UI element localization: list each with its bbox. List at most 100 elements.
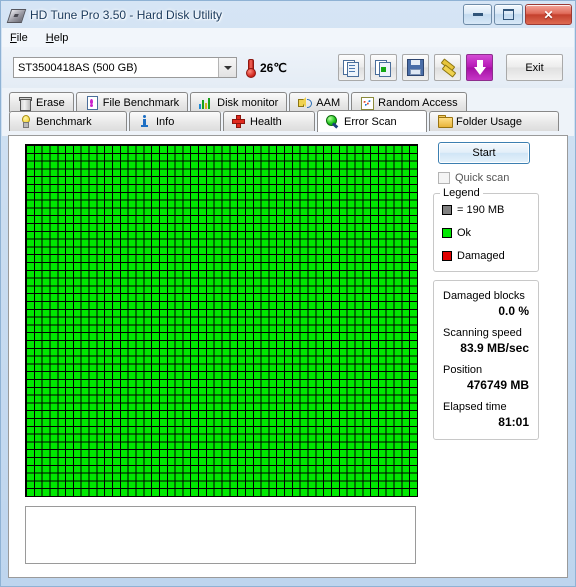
- legend-item-damaged: Damaged: [442, 250, 530, 262]
- minimize-icon: [472, 13, 483, 16]
- drive-select-value: ST3500418AS (500 GB): [18, 61, 138, 74]
- floppy-disk-icon: [407, 59, 424, 76]
- menu-item-file[interactable]: FFileile: [10, 32, 28, 44]
- tab-random-access[interactable]: Random Access: [351, 92, 467, 112]
- close-icon: ✕: [543, 7, 554, 22]
- legend-title: Legend: [440, 187, 483, 199]
- tab-benchmark[interactable]: Benchmark: [9, 111, 127, 131]
- tab-disk-monitor-label: Disk monitor: [217, 96, 279, 109]
- stat-position: Position 476749 MB: [443, 364, 529, 392]
- legend-label-ok: Ok: [457, 227, 472, 239]
- tab-aam[interactable]: AAM: [289, 92, 350, 112]
- copy-image-button[interactable]: [370, 54, 397, 81]
- legend-swatch-red: [442, 251, 452, 261]
- tab-folder-usage[interactable]: Folder Usage: [429, 111, 559, 131]
- scan-block-map[interactable]: [25, 144, 418, 497]
- stat-elapsed-time-label: Elapsed time: [443, 401, 507, 413]
- copy-text-button[interactable]: [338, 54, 365, 81]
- tab-file-benchmark[interactable]: File Benchmark: [75, 92, 189, 112]
- stat-damaged-blocks-label: Damaged blocks: [443, 290, 525, 302]
- temperature-value: 26℃: [260, 60, 287, 75]
- trash-icon: [18, 96, 32, 111]
- start-button[interactable]: Start: [438, 142, 530, 164]
- titlebar: HD Tune Pro 3.50 - Hard Disk Utility ✕: [1, 1, 575, 28]
- quick-scan-row[interactable]: Quick scan: [438, 172, 541, 184]
- hd-tune-window: HD Tune Pro 3.50 - Hard Disk Utility ✕ F…: [0, 0, 576, 587]
- tab-disk-monitor[interactable]: Disk monitor: [190, 92, 288, 112]
- start-button-label: Start: [472, 147, 496, 159]
- info-icon: [138, 115, 151, 128]
- file-benchmark-icon: [85, 96, 98, 110]
- scan-block-map-rows: [26, 145, 417, 496]
- legend-item-ok: Ok: [442, 227, 530, 239]
- tab-file-benchmark-label: File Benchmark: [102, 96, 180, 109]
- legend-item-size: = 190 MB: [442, 204, 530, 216]
- tab-strip: Erase File Benchmark Disk monitor AAM Ra…: [2, 88, 574, 136]
- tab-health-label: Health: [250, 115, 282, 128]
- scan-side-panel: Start Quick scan Legend = 190 MB Ok Dama…: [431, 142, 541, 440]
- window-title: HD Tune Pro 3.50 - Hard Disk Utility: [30, 7, 223, 22]
- stat-scanning-speed-label: Scanning speed: [443, 327, 522, 339]
- legend-label-damaged: Damaged: [457, 250, 505, 262]
- stats-group: Damaged blocks 0.0 % Scanning speed 83.9…: [433, 280, 539, 440]
- copy-text-icon: [342, 59, 361, 77]
- stat-damaged-blocks-value: 0.0 %: [498, 304, 529, 318]
- tab-health[interactable]: Health: [223, 111, 315, 131]
- app-icon: [6, 7, 27, 23]
- download-button[interactable]: [466, 54, 493, 81]
- tab-row-2: Benchmark Info Health Error Scan Folder …: [9, 110, 559, 132]
- stat-elapsed-time-value: 81:01: [498, 415, 529, 429]
- drive-select[interactable]: ST3500418AS (500 GB): [13, 57, 237, 78]
- quick-scan-checkbox[interactable]: [438, 172, 450, 184]
- close-button[interactable]: ✕: [525, 4, 572, 25]
- menubar: FFileile Help: [2, 28, 574, 47]
- maximize-button[interactable]: [494, 4, 523, 25]
- legend-swatch-gray: [442, 205, 452, 215]
- save-button[interactable]: [402, 54, 429, 81]
- tab-folder-usage-label: Folder Usage: [456, 115, 523, 128]
- tab-error-scan[interactable]: Error Scan: [317, 110, 427, 132]
- stat-position-value: 476749 MB: [466, 378, 529, 392]
- exit-button-label: Exit: [525, 61, 544, 74]
- tab-random-access-label: Random Access: [378, 96, 458, 109]
- folder-icon: [438, 115, 453, 128]
- wrench-icon: [439, 57, 457, 78]
- tab-aam-label: AAM: [316, 96, 341, 109]
- stat-position-label: Position: [443, 364, 483, 376]
- menu-item-help[interactable]: Help: [46, 32, 69, 44]
- exit-button[interactable]: Exit: [506, 54, 563, 81]
- lightbulb-icon: [18, 115, 31, 128]
- tab-info[interactable]: Info: [129, 111, 221, 131]
- tab-error-scan-label: Error Scan: [344, 115, 397, 128]
- red-cross-icon: [232, 115, 245, 128]
- chevron-down-icon[interactable]: [218, 58, 236, 77]
- thermometer-icon: [246, 59, 256, 78]
- error-scan-panel: Start Quick scan Legend = 190 MB Ok Dama…: [8, 135, 568, 578]
- window-controls: ✕: [463, 4, 572, 25]
- tab-row-1: Erase File Benchmark Disk monitor AAM Ra…: [9, 92, 467, 112]
- tab-erase[interactable]: Erase: [9, 92, 74, 112]
- tab-info-label: Info: [156, 115, 175, 128]
- toolbar-buttons: Exit: [338, 54, 563, 81]
- copy-image-icon: [374, 59, 393, 77]
- scan-log-box[interactable]: [25, 506, 416, 564]
- stat-scanning-speed: Scanning speed 83.9 MB/sec: [443, 327, 529, 355]
- legend-group: Legend = 190 MB Ok Damaged: [433, 187, 539, 272]
- quick-scan-label: Quick scan: [455, 172, 510, 184]
- legend-swatch-green: [442, 228, 452, 238]
- minimize-button[interactable]: [463, 4, 492, 25]
- bar-chart-icon: [199, 96, 212, 110]
- maximize-icon: [503, 9, 514, 20]
- random-access-icon: [360, 96, 375, 110]
- stat-damaged-blocks: Damaged blocks 0.0 %: [443, 290, 529, 318]
- options-button[interactable]: [434, 54, 461, 81]
- toolbar: ST3500418AS (500 GB) 26℃ Exit: [2, 47, 574, 88]
- magnifier-icon: [326, 115, 339, 129]
- tab-benchmark-label: Benchmark: [36, 115, 92, 128]
- tab-erase-label: Erase: [36, 96, 65, 109]
- stat-elapsed-time: Elapsed time 81:01: [443, 401, 529, 429]
- down-arrow-icon: [473, 60, 486, 75]
- legend-label-size: = 190 MB: [457, 204, 505, 216]
- stat-scanning-speed-value: 83.9 MB/sec: [460, 341, 529, 355]
- speaker-icon: [298, 96, 313, 109]
